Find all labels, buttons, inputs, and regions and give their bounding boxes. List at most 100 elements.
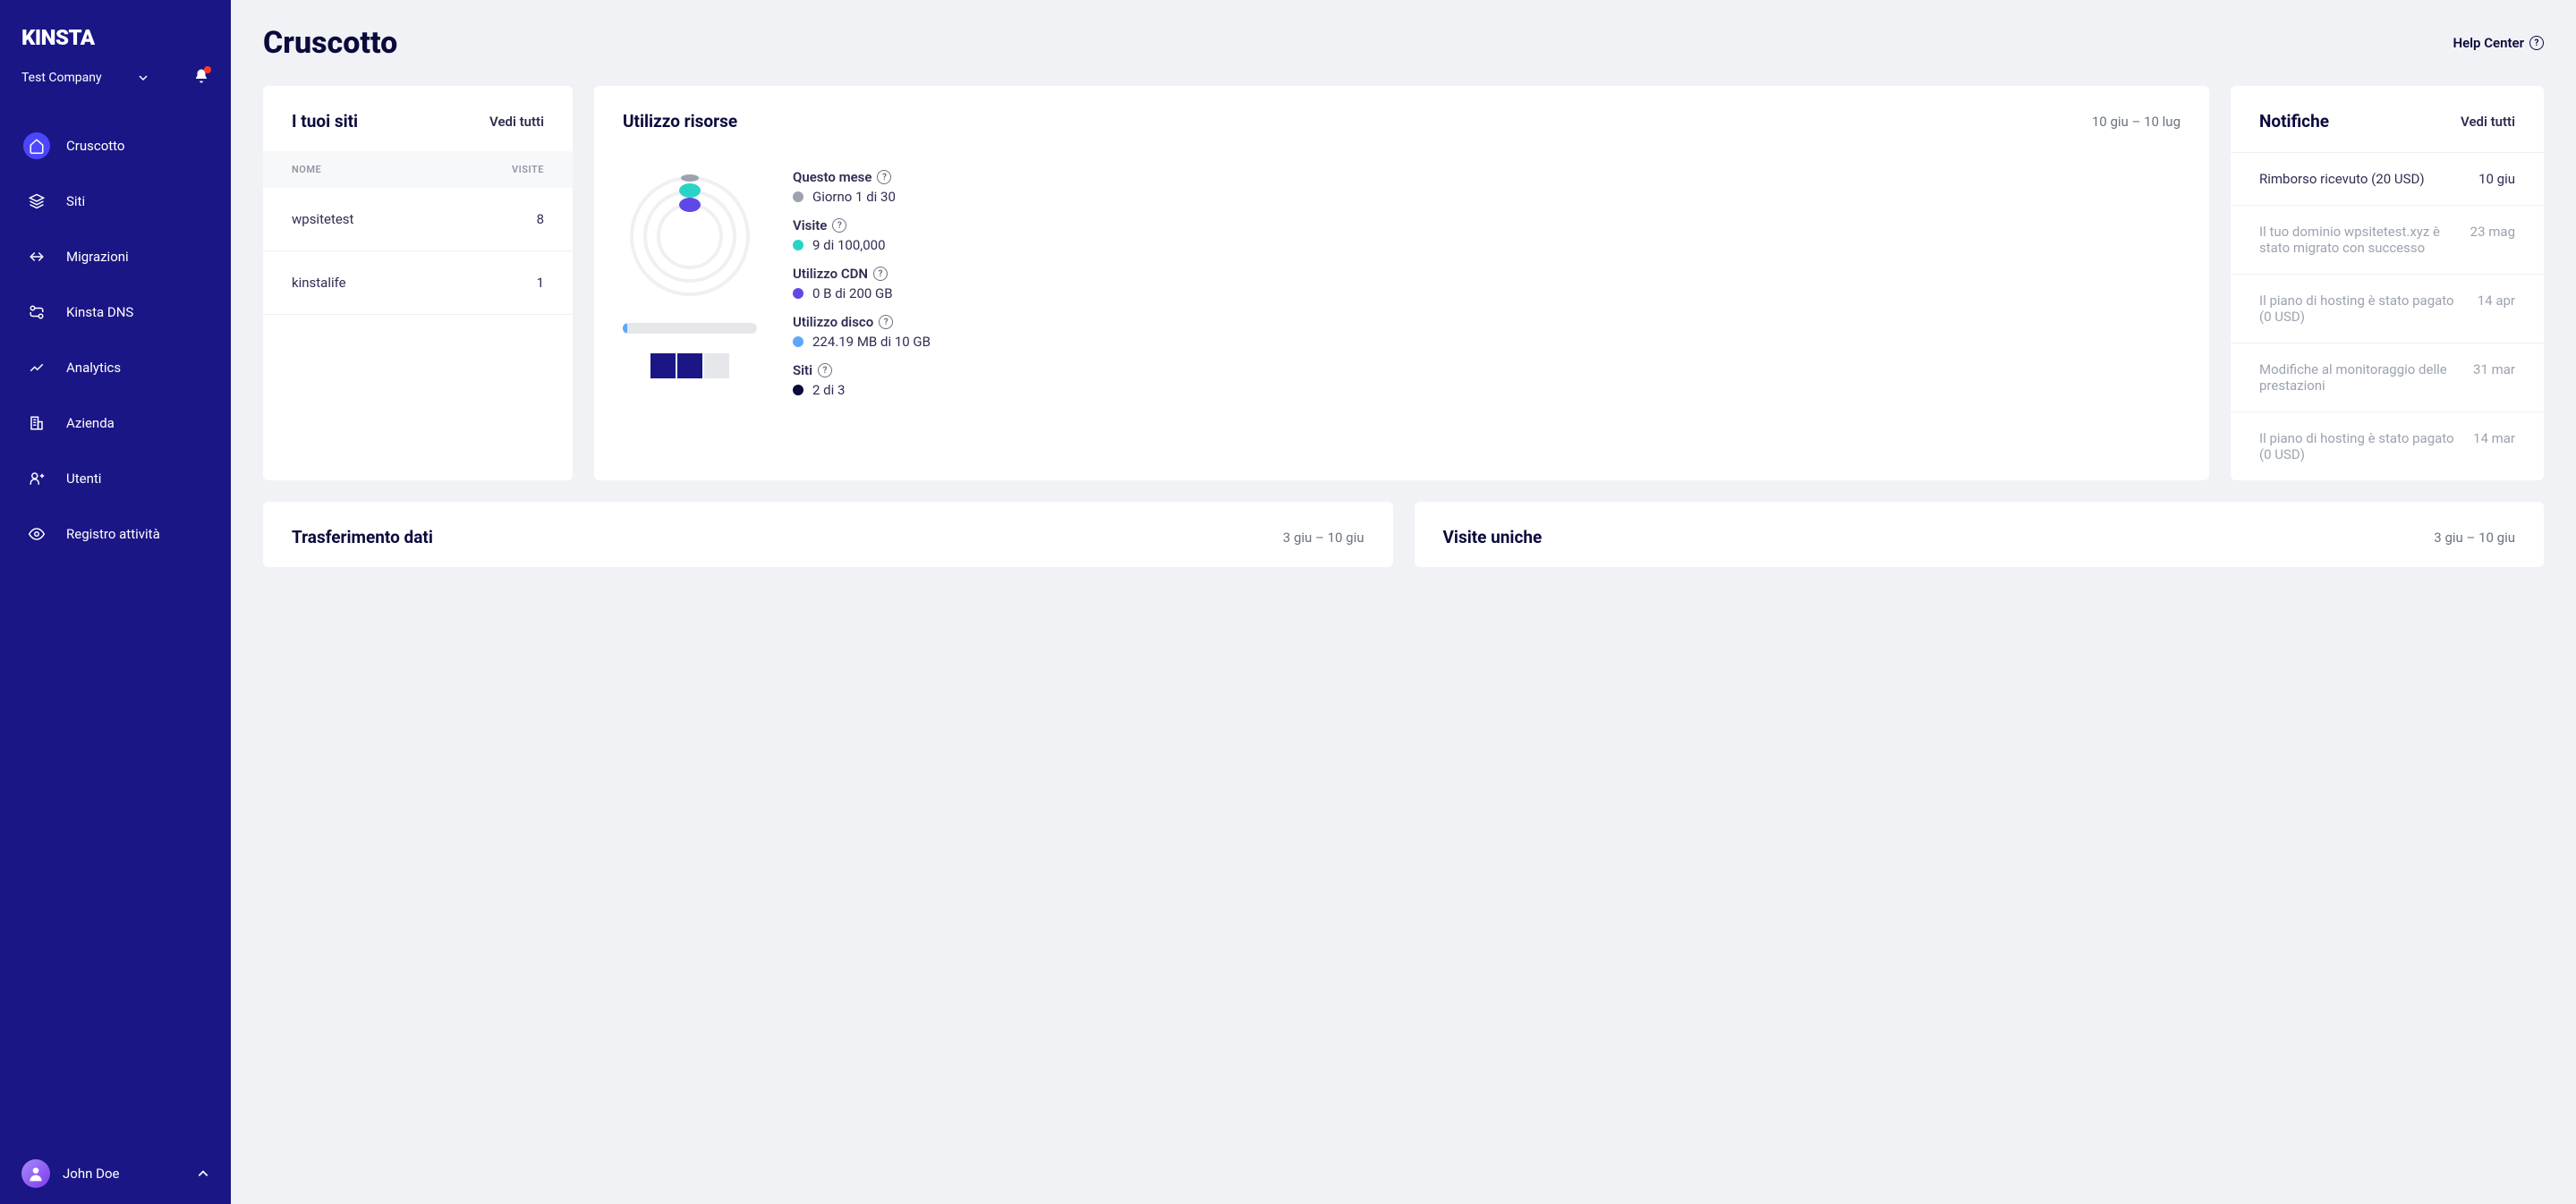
stat-label: Utilizzo disco — [793, 314, 873, 330]
nav-siti[interactable]: Siti — [13, 179, 218, 224]
dot-icon — [793, 240, 803, 250]
site-row[interactable]: kinstalife 1 — [263, 251, 573, 315]
site-row[interactable]: wpsitetest 8 — [263, 188, 573, 251]
stat-label: Siti — [793, 362, 812, 378]
nav-cruscotto[interactable]: Cruscotto — [13, 123, 218, 168]
col-visits: VISITE — [512, 164, 544, 175]
info-icon[interactable]: ? — [832, 218, 846, 233]
layers-icon — [29, 193, 45, 209]
nav-label: Registro attività — [66, 526, 160, 542]
building-icon — [29, 415, 45, 431]
unique-range: 3 giu – 10 giu — [2434, 530, 2515, 546]
eye-icon — [29, 526, 45, 542]
sites-blocks — [650, 353, 729, 378]
main-content: Cruscotto Help Center ? I tuoi siti Vedi… — [231, 0, 2576, 1204]
nav-analytics[interactable]: Analytics — [13, 345, 218, 390]
disk-progress-bar — [623, 323, 757, 334]
resources-range: 10 giu – 10 lug — [2092, 114, 2181, 130]
page-title: Cruscotto — [263, 25, 397, 61]
home-icon — [29, 138, 45, 154]
sites-title: I tuoi siti — [292, 111, 358, 131]
transfer-title: Trasferimento dati — [292, 527, 433, 547]
avatar-icon — [27, 1165, 45, 1183]
info-icon[interactable]: ? — [877, 170, 891, 184]
chevron-up-icon — [197, 1167, 209, 1180]
help-label: Help Center — [2453, 35, 2524, 51]
info-icon[interactable]: ? — [879, 315, 893, 329]
notif-text: Il tuo dominio wpsitetest.xyz è stato mi… — [2259, 224, 2456, 256]
nav: Cruscotto Siti Migrazioni Kinsta DNS Ana… — [0, 106, 231, 1143]
stat-visits: Visite? 9 di 100,000 — [793, 217, 931, 253]
logo: KINSTA — [0, 0, 231, 68]
resource-stats: Questo mese? Giorno 1 di 30 Visite? 9 di… — [793, 169, 931, 398]
notification-item[interactable]: Modifiche al monitoraggio delle prestazi… — [2231, 343, 2544, 411]
site-name: wpsitetest — [292, 211, 353, 227]
resources-title: Utilizzo risorse — [623, 111, 737, 131]
block — [677, 353, 702, 378]
transfer-header: Trasferimento dati 3 giu – 10 giu — [263, 502, 1393, 567]
stat-value: 224.19 MB di 10 GB — [812, 334, 931, 350]
user-menu[interactable]: John Doe — [0, 1143, 231, 1204]
transfer-card: Trasferimento dati 3 giu – 10 giu — [263, 502, 1393, 567]
sites-view-all[interactable]: Vedi tutti — [489, 114, 544, 130]
notif-text: Modifiche al monitoraggio delle prestazi… — [2259, 361, 2459, 394]
notif-text: Il piano di hosting è stato pagato (0 US… — [2259, 293, 2463, 325]
site-visits: 1 — [537, 275, 544, 291]
unique-title: Visite uniche — [1443, 527, 1543, 547]
stat-cdn: Utilizzo CDN? 0 B di 200 GB — [793, 266, 931, 301]
sidebar: KINSTA Test Company Cruscotto Siti Migra… — [0, 0, 231, 1204]
disk-progress-fill — [623, 323, 627, 334]
dot-icon — [793, 288, 803, 299]
block-empty — [704, 353, 729, 378]
notification-item[interactable]: Il tuo dominio wpsitetest.xyz è stato mi… — [2231, 205, 2544, 274]
bottom-grid: Trasferimento dati 3 giu – 10 giu Visite… — [263, 502, 2544, 567]
resources-card: Utilizzo risorse 10 giu – 10 lug — [594, 86, 2209, 480]
help-center-link[interactable]: Help Center ? — [2453, 35, 2544, 51]
nav-registro[interactable]: Registro attività — [13, 512, 218, 556]
site-name: kinstalife — [292, 275, 346, 291]
dot-icon — [793, 385, 803, 395]
notifications-bell[interactable] — [193, 68, 209, 88]
user-name: John Doe — [63, 1166, 119, 1182]
dot-icon — [793, 336, 803, 347]
notification-item[interactable]: Il piano di hosting è stato pagato (0 US… — [2231, 274, 2544, 343]
chevron-down-icon — [138, 72, 149, 83]
nav-label: Cruscotto — [66, 138, 125, 154]
help-icon: ? — [2529, 36, 2544, 50]
nav-label: Utenti — [66, 471, 101, 487]
notif-text: Il piano di hosting è stato pagato (0 US… — [2259, 430, 2459, 462]
dot-icon — [793, 191, 803, 202]
info-icon[interactable]: ? — [873, 267, 888, 281]
col-name: NOME — [292, 164, 321, 175]
stat-value: 0 B di 200 GB — [812, 285, 893, 301]
sites-table-header: NOME VISITE — [263, 151, 573, 188]
stat-value: 2 di 3 — [812, 382, 845, 398]
info-icon[interactable]: ? — [818, 363, 832, 377]
notifications-view-all[interactable]: Vedi tutti — [2461, 114, 2515, 130]
nav-label: Analytics — [66, 360, 121, 376]
nav-azienda[interactable]: Azienda — [13, 401, 218, 445]
company-row: Test Company — [0, 68, 231, 106]
nav-dns[interactable]: Kinsta DNS — [13, 290, 218, 335]
stat-value: Giorno 1 di 30 — [812, 189, 896, 205]
unique-header: Visite uniche 3 giu – 10 giu — [1415, 502, 2545, 567]
stat-label: Utilizzo CDN — [793, 266, 868, 282]
unique-visits-card: Visite uniche 3 giu – 10 giu — [1415, 502, 2545, 567]
nav-label: Azienda — [66, 415, 115, 431]
block — [650, 353, 676, 378]
nav-label: Migrazioni — [66, 249, 129, 265]
nav-label: Siti — [66, 193, 85, 209]
stat-value: 9 di 100,000 — [812, 237, 886, 253]
notification-item[interactable]: Rimborso ricevuto (20 USD) 10 giu — [2231, 152, 2544, 205]
nav-utenti[interactable]: Utenti — [13, 456, 218, 501]
notifications-header: Notifiche Vedi tutti — [2231, 86, 2544, 152]
avatar — [21, 1159, 50, 1188]
dashboard-grid: I tuoi siti Vedi tutti NOME VISITE wpsit… — [263, 86, 2544, 480]
notification-item[interactable]: Il piano di hosting è stato pagato (0 US… — [2231, 411, 2544, 480]
notif-date: 23 mag — [2470, 224, 2515, 240]
nav-migrazioni[interactable]: Migrazioni — [13, 234, 218, 279]
notif-date: 10 giu — [2478, 171, 2515, 187]
site-visits: 8 — [537, 211, 544, 227]
resources-body: Questo mese? Giorno 1 di 30 Visite? 9 di… — [594, 151, 2209, 425]
company-selector[interactable]: Test Company — [21, 71, 149, 85]
